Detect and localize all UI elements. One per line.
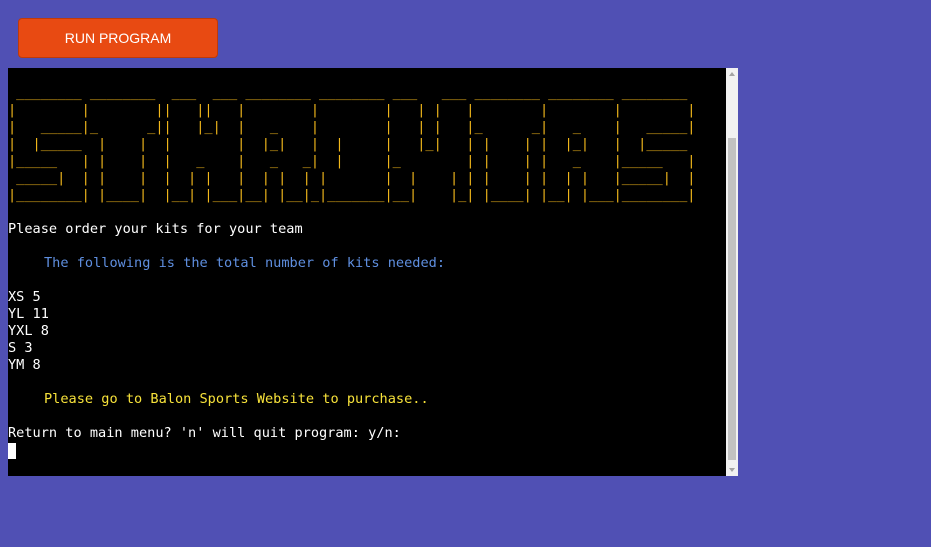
terminal-output: ________ ________ ___ ___ ________ _____…	[8, 68, 726, 476]
run-program-button[interactable]: RUN PROGRAM	[18, 18, 218, 58]
purchase-message: Please go to Balon Sports Website to pur…	[44, 391, 429, 407]
scrollbar-thumb[interactable]	[728, 138, 736, 460]
kit-line-ym: YM 8	[8, 357, 41, 373]
return-prompt: Return to main menu? 'n' will quit progr…	[8, 425, 401, 441]
order-prompt: Please order your kits for your team	[8, 221, 303, 237]
terminal-scrollbar[interactable]	[726, 68, 738, 476]
ascii-art-banner: ________ ________ ___ ___ ________ _____…	[8, 85, 696, 203]
kit-line-s: S 3	[8, 340, 33, 356]
kit-line-yl: YL 11	[8, 306, 49, 322]
kit-line-xs: XS 5	[8, 289, 41, 305]
terminal-window[interactable]: ________ ________ ___ ___ ________ _____…	[8, 68, 738, 476]
scroll-down-arrow-icon[interactable]	[726, 464, 738, 476]
input-line[interactable]	[8, 442, 726, 459]
text-cursor	[8, 443, 16, 459]
kit-line-yxl: YXL 8	[8, 323, 49, 339]
kits-heading: The following is the total number of kit…	[44, 255, 446, 271]
scroll-up-arrow-icon[interactable]	[726, 68, 738, 80]
